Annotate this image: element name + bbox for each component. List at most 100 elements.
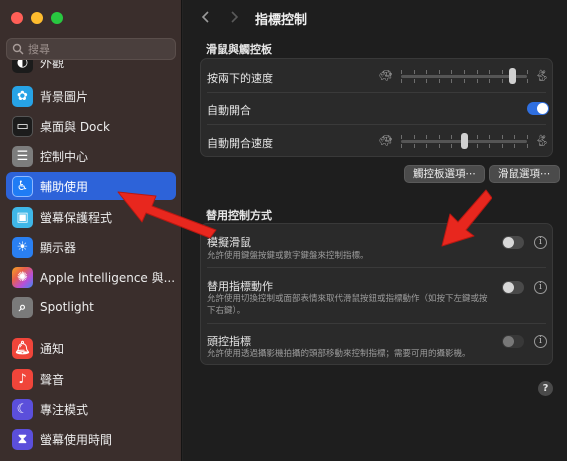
chevron-left-icon xyxy=(201,11,209,23)
alternate-pointer-actions-toggle[interactable] xyxy=(502,281,524,294)
info-button[interactable]: i xyxy=(534,236,547,249)
sidebar-item-accessibility[interactable]: ♿ 輔助使用 xyxy=(6,172,176,200)
search-field[interactable] xyxy=(6,38,176,60)
sidebar-item-label: 通知 xyxy=(40,341,65,356)
slider-tick xyxy=(489,144,491,148)
slider-tick xyxy=(476,70,478,74)
spring-loading-speed-row: 自動開合速度 🐢︎ 🐇︎ xyxy=(201,125,552,158)
sidebar-item-apple-intelligence[interactable]: ✺ Apple Intelligence 與... xyxy=(6,263,176,291)
screensaver-icon: ▣ xyxy=(12,206,33,228)
sidebar-item-displays[interactable]: ☀ 顯示器 xyxy=(6,233,176,261)
head-pointer-toggle[interactable] xyxy=(502,335,524,348)
sidebar: ◐ 外觀 ✿ 背景圖片 ▭ 桌面與 Dock ☰ 控制中心 ♿ 輔助使用 ▣ 螢… xyxy=(0,0,182,461)
sidebar-item-label: 螢幕保護程式 xyxy=(40,210,113,225)
help-button[interactable]: ? xyxy=(538,381,553,396)
slider-tick xyxy=(501,70,503,74)
rabbit-icon: 🐇︎ xyxy=(535,69,549,82)
back-button[interactable] xyxy=(197,8,215,26)
mouse-keys-toggle[interactable] xyxy=(502,236,524,249)
slider-tick xyxy=(426,79,428,83)
slider-tick xyxy=(464,70,465,74)
slider-tick xyxy=(489,135,491,139)
sidebar-item-spotlight[interactable]: ⌕ Spotlight xyxy=(6,293,176,321)
slider-tick xyxy=(451,70,453,74)
apple-intelligence-icon: ✺ xyxy=(12,266,33,288)
slider-tick xyxy=(401,70,402,74)
slider-tick xyxy=(451,144,453,148)
minimize-window-button[interactable] xyxy=(31,12,43,24)
mouse-options-button[interactable]: 滑鼠選項⋯ xyxy=(489,165,560,183)
double-click-speed-slider[interactable]: 🐢︎ 🐇︎ xyxy=(379,68,549,84)
slider-tick xyxy=(476,135,478,139)
slider-knob[interactable] xyxy=(461,133,468,149)
info-button[interactable]: i xyxy=(534,335,547,348)
sidebar-item-label: Spotlight xyxy=(40,300,94,314)
sidebar-item-wallpaper[interactable]: ✿ 背景圖片 xyxy=(6,82,176,110)
spring-loading-speed-slider[interactable]: 🐢︎ 🐇︎ xyxy=(379,133,549,149)
page-title: 指標控制 xyxy=(255,13,308,28)
search-icon xyxy=(12,43,24,55)
toggle-knob xyxy=(503,237,514,248)
sound-icon: ♪ xyxy=(12,368,33,390)
slider-tick xyxy=(489,79,491,83)
head-pointer-desc: 允許使用透過攝影機拍攝的頭部移動來控制指標；需要可用的攝影機。 xyxy=(207,349,471,359)
slider-tick xyxy=(501,79,503,83)
sidebar-item-screensaver[interactable]: ▣ 螢幕保護程式 xyxy=(6,203,176,231)
slider-tick xyxy=(438,144,440,148)
slider-tick xyxy=(413,70,415,74)
sidebar-item-control-center[interactable]: ☰ 控制中心 xyxy=(6,142,176,170)
slider-knob[interactable] xyxy=(508,68,516,84)
system-settings-window: ◐ 外觀 ✿ 背景圖片 ▭ 桌面與 Dock ☰ 控制中心 ♿ 輔助使用 ▣ 螢… xyxy=(0,0,567,461)
turtle-icon: 🐢︎ xyxy=(379,134,393,147)
mouse-keys-title: 模擬滑鼠 xyxy=(207,236,251,249)
double-click-speed-row: 按兩下的速度 🐢︎ 🐇︎ xyxy=(201,59,552,92)
slider-tick xyxy=(527,79,528,83)
zoom-window-button[interactable] xyxy=(51,12,63,24)
slider-tick xyxy=(451,79,453,83)
double-click-speed-label: 按兩下的速度 xyxy=(207,72,273,85)
sidebar-item-focus[interactable]: ☾ 專注模式 xyxy=(6,395,176,423)
head-pointer-row: 頭控指標 允許使用透過攝影機拍攝的頭部移動來控制指標；需要可用的攝影機。 i xyxy=(201,324,552,366)
slider-tick xyxy=(527,144,528,148)
accessibility-icon: ♿ xyxy=(12,175,33,197)
trackpad-options-button[interactable]: 觸控板選項⋯ xyxy=(404,165,485,183)
slider-tick xyxy=(413,135,415,139)
spring-loading-row: 自動開合 xyxy=(201,93,552,124)
main-pane: 指標控制 滑鼠與觸控板 按兩下的速度 🐢︎ 🐇︎ 自動開合 自動開合速度 🐢︎ … xyxy=(183,0,567,461)
sidebar-item-screen-time[interactable]: ⧗ 螢幕使用時間 xyxy=(6,425,176,453)
toolbar: 指標控制 xyxy=(183,0,567,34)
sidebar-item-label: 聲音 xyxy=(40,372,65,387)
close-window-button[interactable] xyxy=(11,12,23,24)
slider-tick xyxy=(401,144,402,148)
spring-loading-label: 自動開合 xyxy=(207,104,251,117)
slider-tick xyxy=(527,70,528,74)
spring-loading-toggle[interactable] xyxy=(527,102,549,115)
slider-tick xyxy=(514,135,516,139)
control-center-icon: ☰ xyxy=(12,145,33,167)
sidebar-item-sound[interactable]: ♪ 聲音 xyxy=(6,365,176,393)
toggle-knob xyxy=(537,103,548,114)
slider-tick xyxy=(426,70,428,74)
search-input[interactable] xyxy=(28,42,168,56)
rabbit-icon: 🐇︎ xyxy=(535,134,549,147)
slider-tick xyxy=(438,70,440,74)
slider-tick xyxy=(476,79,478,83)
slider-tick xyxy=(476,144,478,148)
sidebar-item-label: Apple Intelligence 與... xyxy=(40,270,176,285)
slider-tick xyxy=(501,135,503,139)
sidebar-item-label: 專注模式 xyxy=(40,402,89,417)
sidebar-item-desktop-dock[interactable]: ▭ 桌面與 Dock xyxy=(6,112,176,140)
slider-tick xyxy=(451,135,453,139)
forward-button[interactable] xyxy=(225,8,243,26)
sidebar-item-notifications[interactable]: 🔔︎ 通知 xyxy=(6,334,176,362)
mouse-keys-row: 模擬滑鼠 允許使用鍵盤按鍵或數字鍵盤來控制指標。 i xyxy=(201,224,552,267)
info-button[interactable]: i xyxy=(534,281,547,294)
mouse-keys-desc: 允許使用鍵盤按鍵或數字鍵盤來控制指標。 xyxy=(207,251,369,261)
head-pointer-title: 頭控指標 xyxy=(207,335,251,348)
spring-loading-speed-label: 自動開合速度 xyxy=(207,137,273,150)
slider-tick xyxy=(501,144,503,148)
slider-tick xyxy=(426,144,428,148)
slider-tick xyxy=(401,135,402,139)
notifications-icon: 🔔︎ xyxy=(12,337,33,359)
section-title-alternate-control: 替用控制方式 xyxy=(206,209,272,222)
